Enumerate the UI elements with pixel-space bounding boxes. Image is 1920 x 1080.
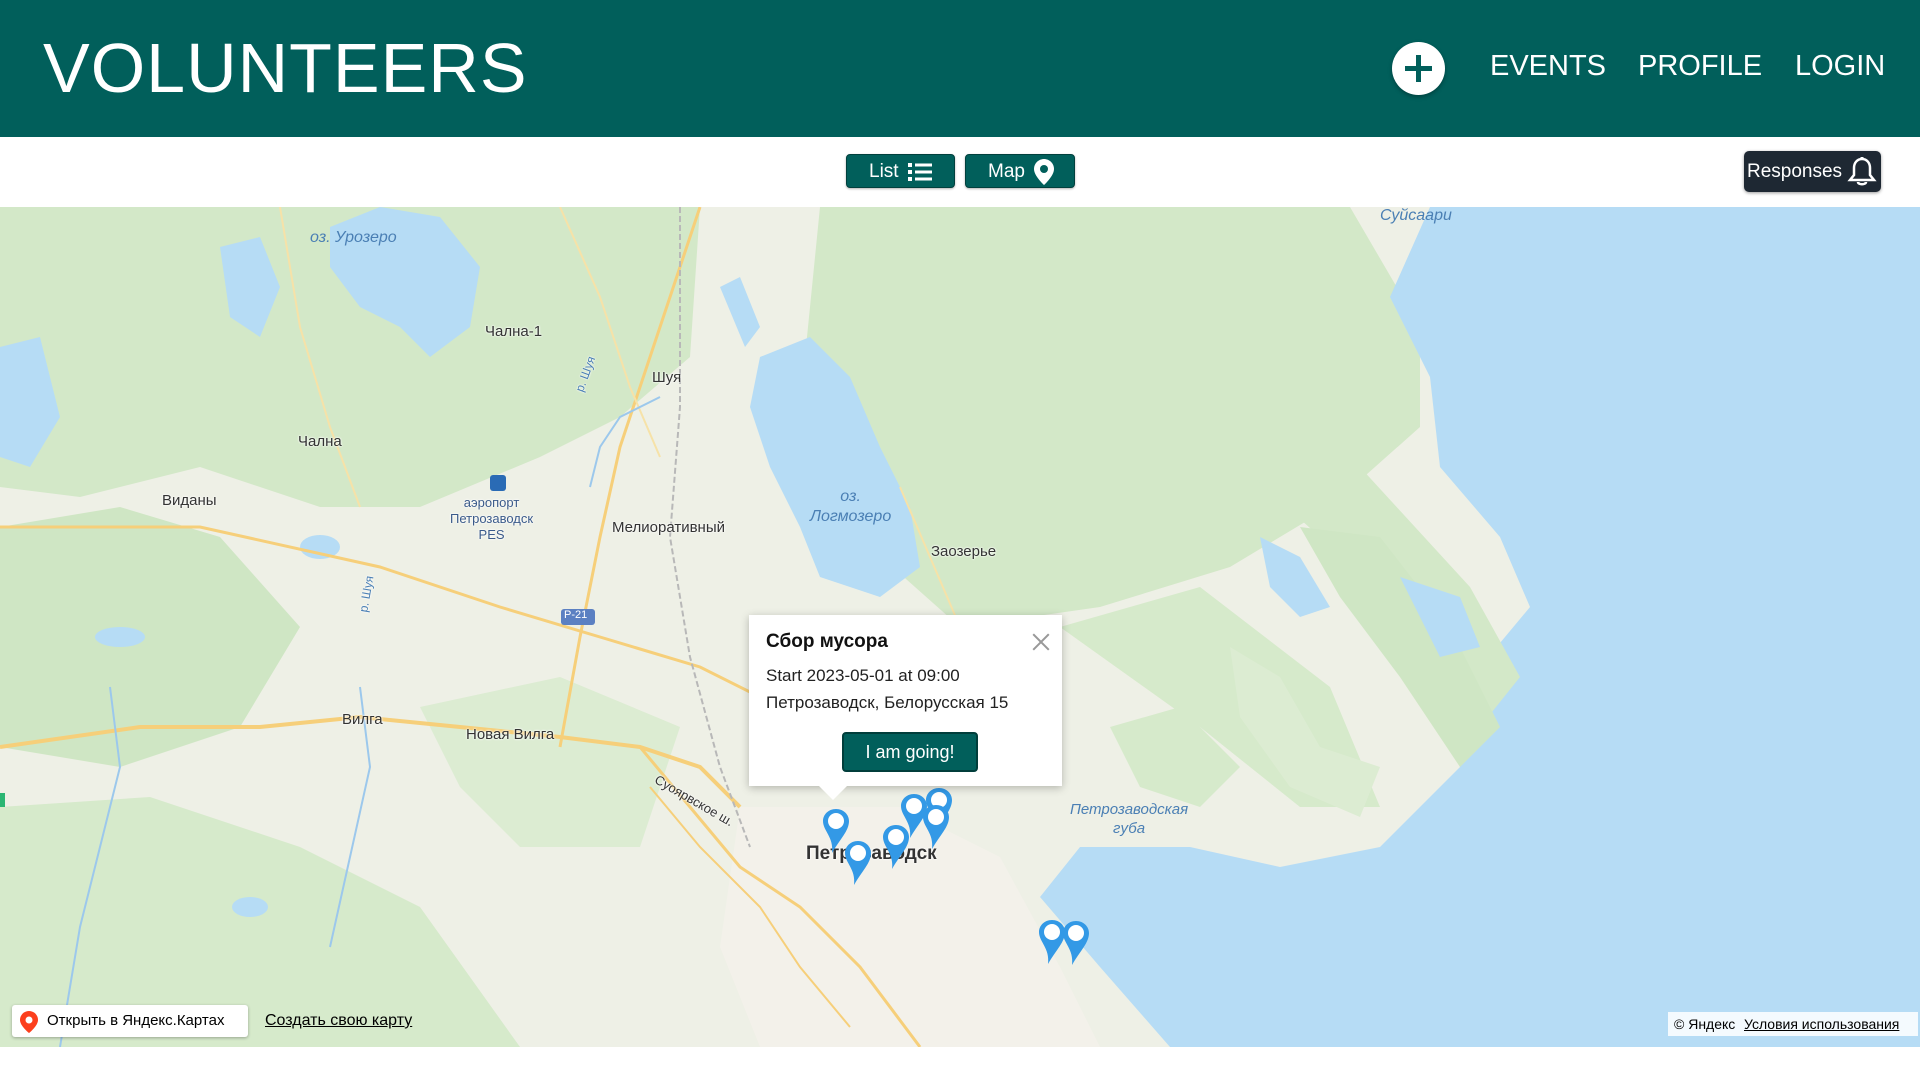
list-view-label: List bbox=[869, 161, 899, 182]
create-map-link[interactable]: Создать свою карту bbox=[265, 1005, 412, 1037]
bell-icon bbox=[1847, 157, 1877, 186]
add-event-button[interactable] bbox=[1392, 42, 1445, 95]
event-marker[interactable] bbox=[842, 839, 878, 889]
nav-profile[interactable]: PROFILE bbox=[1638, 48, 1762, 84]
copyright-text: © Яндекс bbox=[1674, 1016, 1736, 1032]
map-label-suisaari: Суйсаари bbox=[1380, 207, 1452, 224]
popup-title: Сбор мусора bbox=[766, 631, 888, 652]
view-toolbar: List Map Responses bbox=[0, 137, 1920, 207]
close-icon[interactable] bbox=[1030, 631, 1052, 653]
map-label-r21: Р-21 bbox=[564, 609, 588, 621]
list-view-button[interactable]: List bbox=[846, 154, 955, 188]
event-marker[interactable] bbox=[920, 803, 956, 853]
open-in-yandex-label: Открыть в Яндекс.Картах bbox=[47, 1012, 225, 1029]
app-header: VOLUNTEERS EVENTS PROFILE LOGIN bbox=[0, 0, 1920, 137]
nav-login[interactable]: LOGIN bbox=[1795, 48, 1885, 84]
map-label-urozero: оз. Урозеро bbox=[310, 229, 397, 246]
i-am-going-button[interactable]: I am going! bbox=[842, 732, 978, 772]
map-label-airport: аэропорт Петрозаводск PES bbox=[450, 495, 534, 542]
yandex-pin-icon bbox=[20, 1011, 38, 1033]
event-popup: Сбор мусора Start 2023-05-01 at 09:00 Пе… bbox=[749, 615, 1062, 800]
map-label-logmozero: оз. Логмозеро bbox=[810, 488, 892, 525]
map-view-button[interactable]: Map bbox=[965, 154, 1075, 188]
map-label-meliorativny: Мелиоративный bbox=[612, 519, 725, 536]
map-label-chalna: Чална bbox=[298, 433, 342, 450]
map-copyright: © Яндекс Условия использования bbox=[1668, 1012, 1918, 1036]
map-label-zaozerye: Заозерье bbox=[931, 543, 997, 560]
map-label-vilga: Вилга bbox=[342, 711, 383, 728]
map-label-shuya: Шуя bbox=[652, 369, 682, 386]
open-in-yandex-button[interactable]: Открыть в Яндекс.Картах bbox=[12, 1005, 248, 1037]
map-label-chalna1: Чална-1 bbox=[485, 323, 543, 340]
location-pin-icon bbox=[1034, 159, 1054, 185]
map-label-vidany: Виданы bbox=[162, 492, 217, 509]
responses-button[interactable]: Responses bbox=[1744, 151, 1881, 192]
map-label-guba: Петрозаводская губа bbox=[1070, 801, 1189, 837]
nav-events[interactable]: EVENTS bbox=[1490, 48, 1606, 84]
map-view-label: Map bbox=[988, 161, 1025, 182]
popup-address: Петрозаводск, Белорусская 15 bbox=[766, 693, 1009, 712]
responses-label: Responses bbox=[1747, 161, 1843, 182]
app-logo[interactable]: VOLUNTEERS bbox=[43, 26, 528, 110]
list-icon bbox=[908, 163, 932, 181]
terms-link[interactable]: Условия использования bbox=[1744, 1012, 1899, 1036]
popup-start-time: Start 2023-05-01 at 09:00 bbox=[766, 666, 960, 685]
map-label-novaya-vilga: Новая Вилга bbox=[466, 726, 555, 743]
event-marker[interactable] bbox=[1060, 919, 1096, 969]
